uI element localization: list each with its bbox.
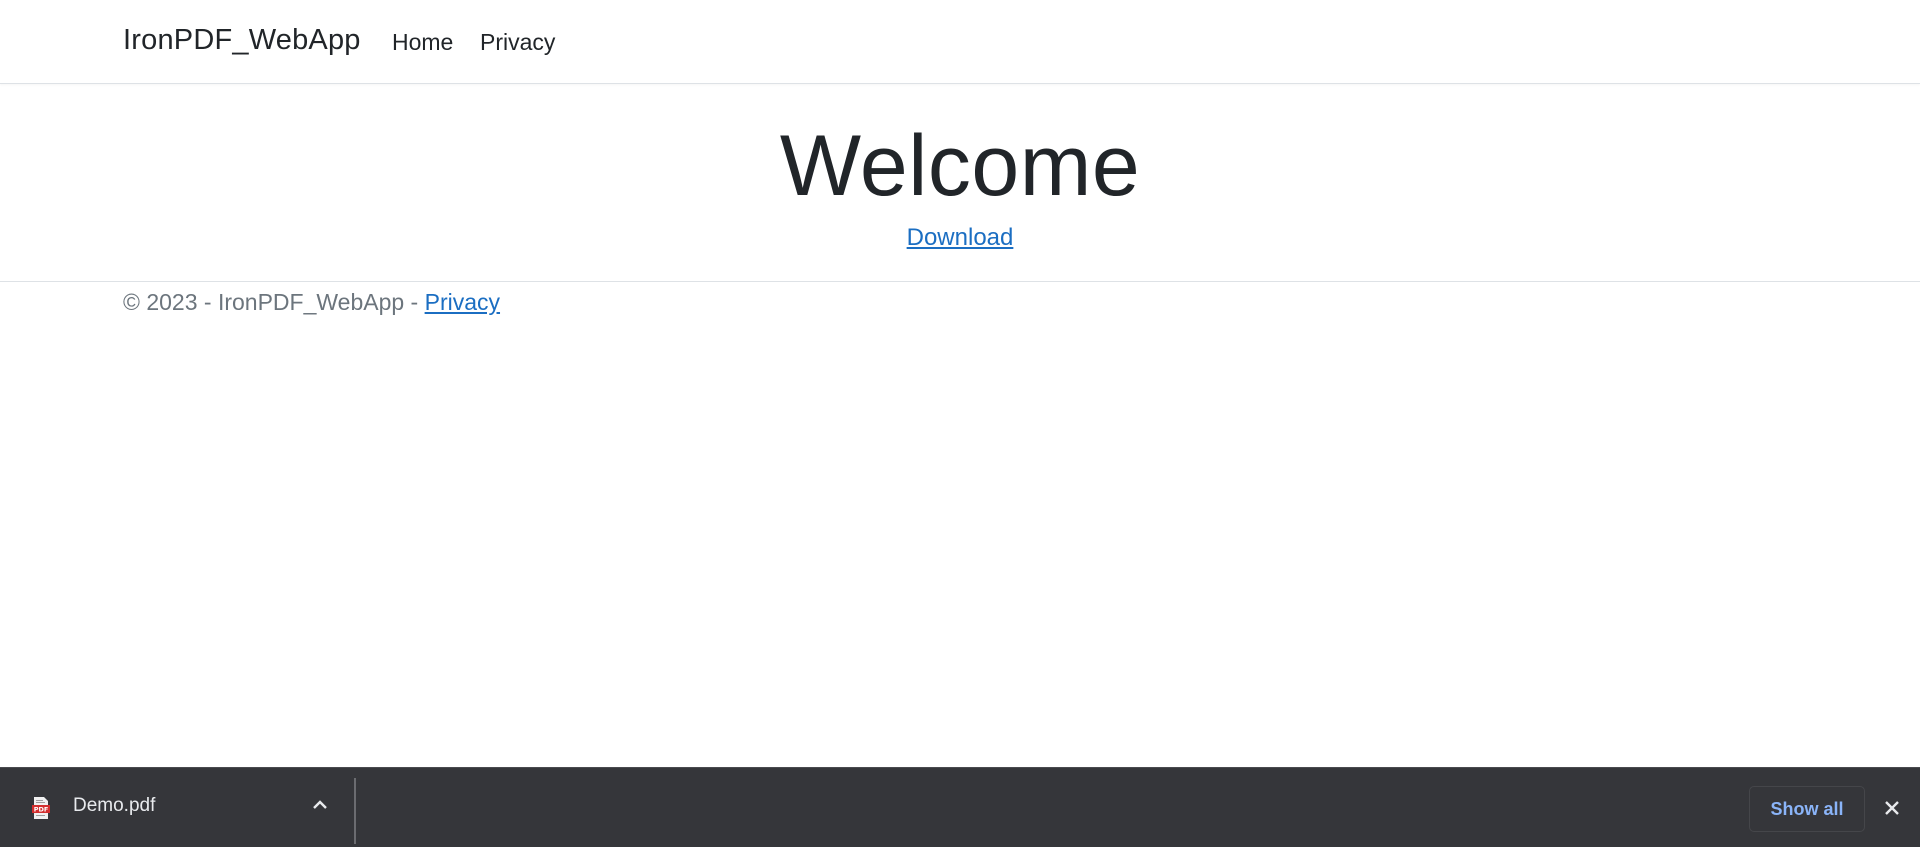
footer: © 2023 - IronPDF_WebApp - Privacy <box>0 281 1920 331</box>
main-content: Welcome Download <box>0 84 1920 281</box>
top-navbar: IronPDF_WebApp Home Privacy <box>0 0 1920 84</box>
chevron-up-icon[interactable] <box>309 794 331 816</box>
copyright-text: © 2023 - IronPDF_WebApp - <box>123 289 425 315</box>
download-item[interactable]: PDF Demo.pdf <box>0 768 354 847</box>
browser-download-bar: PDF Demo.pdf Show all <box>0 767 1920 847</box>
svg-text:PDF: PDF <box>34 806 49 814</box>
footer-text: © 2023 - IronPDF_WebApp - Privacy <box>123 289 500 316</box>
nav-link-privacy[interactable]: Privacy <box>480 29 555 56</box>
close-icon[interactable] <box>1882 798 1902 818</box>
nav-link-home[interactable]: Home <box>392 29 453 56</box>
show-all-button[interactable]: Show all <box>1749 786 1865 832</box>
page-title: Welcome <box>0 116 1920 216</box>
download-link-container: Download <box>0 224 1920 252</box>
download-link[interactable]: Download <box>907 224 1014 251</box>
pdf-file-icon: PDF <box>32 797 50 819</box>
page-title-text: Welcome <box>779 118 1141 214</box>
footer-privacy-link[interactable]: Privacy <box>425 289 500 315</box>
download-bar-divider <box>354 778 356 844</box>
brand-link[interactable]: IronPDF_WebApp <box>123 24 361 57</box>
download-file-name: Demo.pdf <box>73 795 156 816</box>
